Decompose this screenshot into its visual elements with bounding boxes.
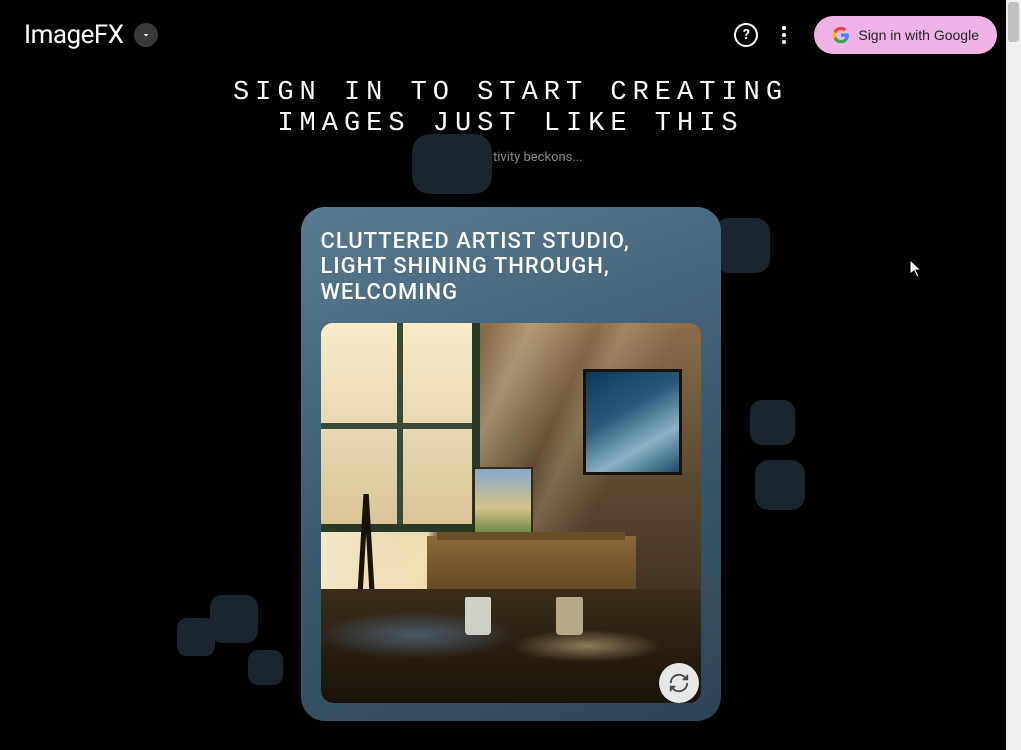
- mouse-cursor: [910, 260, 924, 278]
- refresh-icon: [668, 672, 690, 694]
- card-prompt: CLUTTERED ARTIST STUDIO, LIGHT SHINING T…: [321, 229, 701, 305]
- logo-dropdown[interactable]: [134, 23, 158, 47]
- refresh-button[interactable]: [659, 663, 699, 703]
- chevron-down-icon: [140, 29, 152, 41]
- example-card: CLUTTERED ARTIST STUDIO, LIGHT SHINING T…: [301, 207, 721, 721]
- generated-image: [321, 323, 701, 703]
- app-logo: ImageFX: [24, 20, 124, 50]
- help-icon[interactable]: ?: [734, 23, 758, 47]
- signin-button[interactable]: Sign in with Google: [814, 16, 997, 54]
- more-menu-icon[interactable]: [782, 26, 786, 44]
- header: ImageFX ? Sign in with Google: [0, 0, 1021, 70]
- google-icon: [832, 26, 850, 44]
- signin-label: Sign in with Google: [858, 27, 979, 43]
